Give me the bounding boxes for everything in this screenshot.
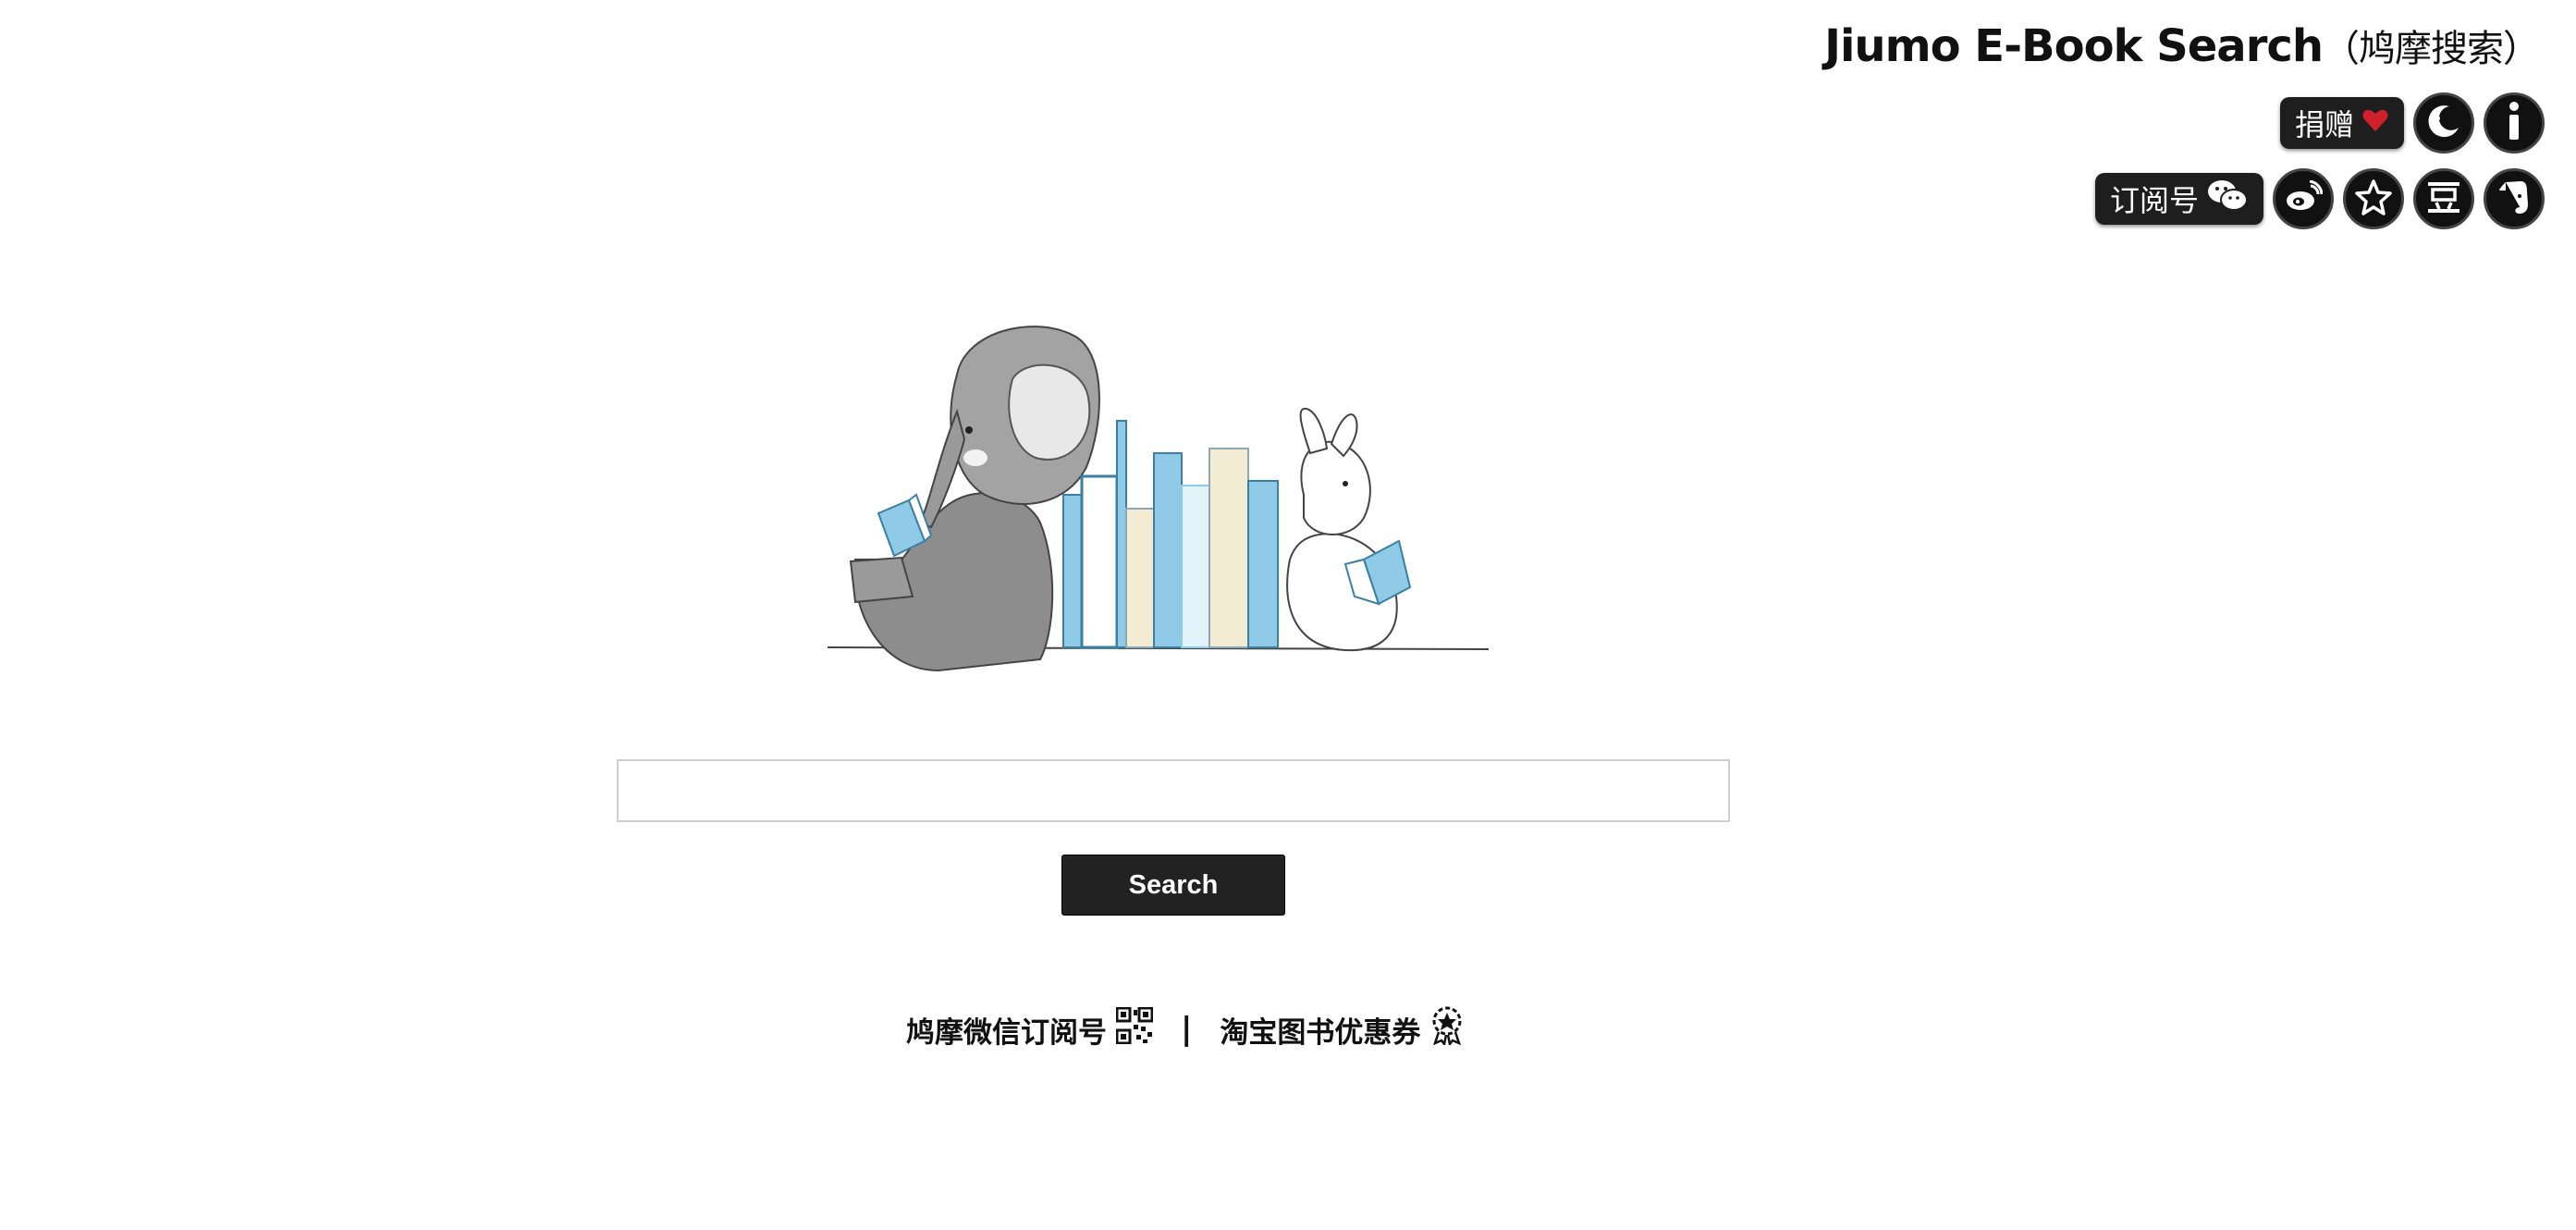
douban-button[interactable]: [2413, 168, 2474, 229]
heart-icon: [2361, 105, 2389, 141]
award-badge-icon: [1429, 1006, 1465, 1052]
footer-separator: |: [1181, 1011, 1193, 1048]
page: Jiumo E-Book Search（鸠摩搜索） 捐赠 订阅号 Search …: [0, 0, 2576, 1230]
donate-button[interactable]: 捐赠: [2279, 97, 2404, 149]
moon-icon: [2425, 103, 2462, 144]
social-icon-row: 订阅号: [2094, 168, 2545, 229]
search-input[interactable]: [617, 759, 1730, 822]
weibo-button[interactable]: [2273, 168, 2334, 229]
donate-label: 捐赠: [2294, 107, 2354, 142]
top-icon-row: 捐赠: [2279, 92, 2545, 154]
site-title-en: Jiumo E-Book Search: [1824, 20, 2324, 72]
evernote-icon: [2497, 178, 2531, 220]
site-title-cn: （鸠摩搜索）: [2323, 28, 2540, 70]
subscribe-label: 订阅号: [2109, 183, 2199, 218]
qr-code-icon: [1115, 1006, 1154, 1052]
favorite-button[interactable]: [2343, 168, 2404, 229]
taobao-coupon-link[interactable]: 淘宝图书优惠券: [1220, 1006, 1465, 1052]
night-mode-button[interactable]: [2413, 92, 2474, 154]
wechat-subscription-link[interactable]: 鸠摩微信订阅号: [906, 1006, 1154, 1052]
wechat-subscription-label: 鸠摩微信订阅号: [906, 1015, 1107, 1050]
footer-links: 鸠摩微信订阅号 | 淘宝图书优惠券: [906, 1006, 1465, 1052]
wechat-icon: [2206, 178, 2249, 220]
info-button[interactable]: [2484, 92, 2545, 154]
douban-icon: [2426, 180, 2461, 218]
weibo-icon: [2284, 179, 2324, 218]
evernote-button[interactable]: [2484, 168, 2545, 229]
search-button[interactable]: Search: [1061, 855, 1285, 916]
info-icon: [2500, 101, 2528, 146]
taobao-coupon-label: 淘宝图书优惠券: [1220, 1015, 1421, 1050]
logo-illustration: [827, 319, 1503, 689]
star-icon: [2355, 178, 2392, 220]
site-title[interactable]: Jiumo E-Book Search（鸠摩搜索）: [1824, 18, 2540, 72]
subscribe-button[interactable]: 订阅号: [2094, 173, 2263, 225]
